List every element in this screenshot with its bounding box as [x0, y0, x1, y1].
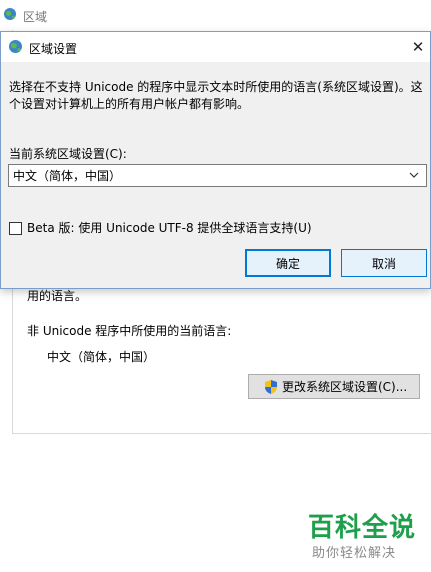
change-system-locale-button[interactable]: 更改系统区域设置(C)...	[248, 374, 420, 399]
partial-text: 用的语言。	[27, 289, 88, 303]
dialog-description: 选择在不支持 Unicode 的程序中显示文本时所使用的语言(系统区域设置)。这…	[9, 80, 423, 111]
change-system-locale-label: 更改系统区域设置(C)...	[282, 380, 408, 394]
beta-utf8-label[interactable]: Beta 版: 使用 Unicode UTF-8 提供全球语言支持(U)	[27, 219, 312, 236]
cancel-button[interactable]: 取消	[341, 249, 427, 277]
dialog-title: 区域设置	[29, 42, 78, 56]
system-locale-select[interactable]: 中文（简体，中国）	[8, 164, 427, 187]
chevron-down-icon	[409, 172, 419, 178]
region-window-title: 区域	[23, 10, 48, 24]
region-settings-dialog: 区域设置 ✕ 选择在不支持 Unicode 的程序中显示文本时所使用的语言(系统…	[0, 31, 431, 289]
system-locale-label: 当前系统区域设置(C):	[9, 147, 127, 161]
watermark-subtitle: 助你轻松解决	[312, 546, 397, 561]
current-language-value: 中文（简体，中国）	[47, 350, 156, 364]
close-icon[interactable]: ✕	[408, 36, 428, 58]
ok-button[interactable]: 确定	[245, 249, 331, 277]
watermark-title: 百科全说	[308, 513, 417, 543]
dialog-titlebar: 区域设置 ✕	[1, 32, 430, 62]
globe-icon	[4, 8, 16, 20]
uac-shield-icon	[265, 379, 277, 394]
region-window-titlebar: 区域	[0, 0, 431, 30]
system-locale-value: 中文（简体，中国）	[13, 169, 122, 183]
non-unicode-label: 非 Unicode 程序中所使用的当前语言:	[27, 324, 232, 338]
beta-utf8-checkbox[interactable]	[9, 222, 22, 235]
globe-icon	[9, 40, 22, 53]
